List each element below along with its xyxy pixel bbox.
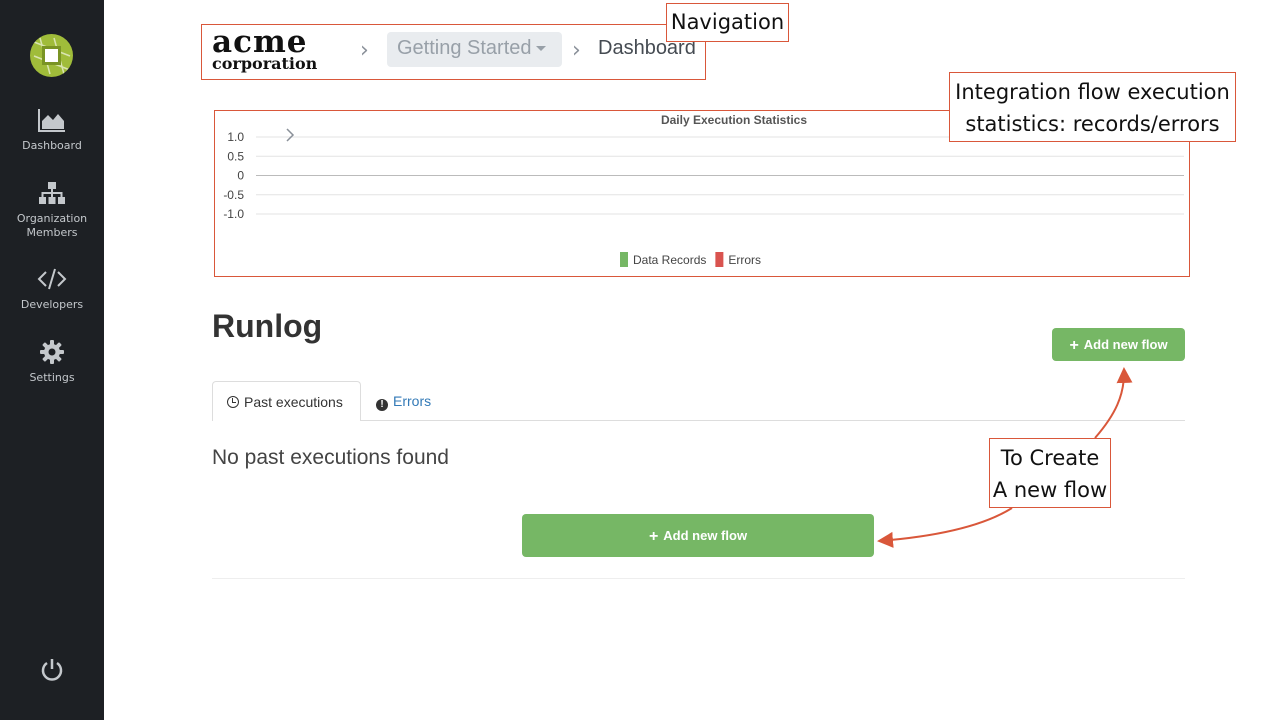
arrow-to-top-button: [1094, 367, 1133, 439]
arrow-to-main-button: [877, 507, 1013, 548]
annotation-text: To Create: [1000, 446, 1100, 470]
annotation-create-flow: To Create A new flow: [989, 438, 1111, 508]
annotation-text: A new flow: [992, 478, 1108, 502]
app-root: Dashboard Organization Members Developer…: [0, 0, 1280, 720]
annotation-arrows: [877, 367, 1133, 548]
